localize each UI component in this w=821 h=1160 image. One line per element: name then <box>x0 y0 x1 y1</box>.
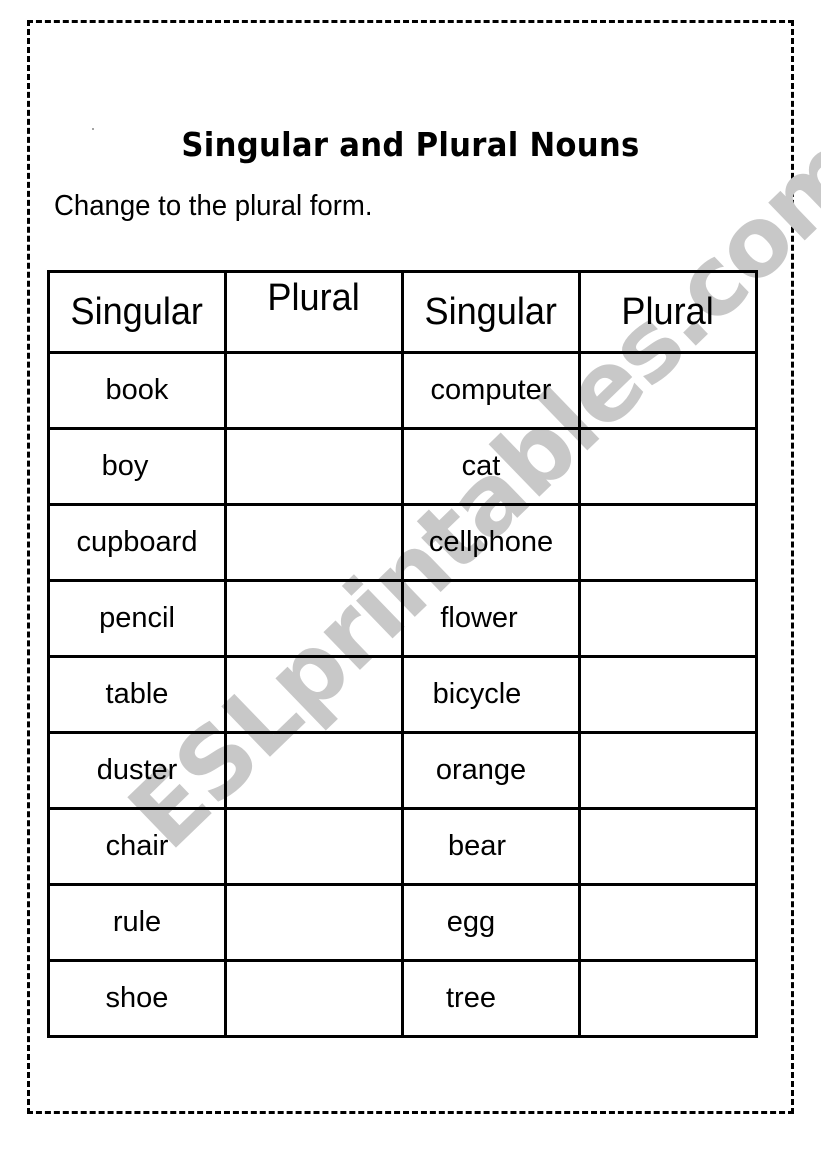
table-row: rule egg <box>47 883 758 962</box>
plural-answer-cell[interactable] <box>578 731 758 810</box>
singular-word: flower <box>440 602 518 634</box>
singular-word: orange <box>435 754 527 786</box>
singular-word-cell: tree <box>401 959 581 1038</box>
plural-answer-cell[interactable] <box>224 427 404 506</box>
plural-answer-cell[interactable] <box>578 579 758 658</box>
singular-word: boy <box>101 450 149 482</box>
plural-answer-cell[interactable] <box>578 883 758 962</box>
singular-word: cellphone <box>428 526 554 558</box>
singular-word-cell: orange <box>401 731 581 810</box>
plural-answer-cell[interactable] <box>578 959 758 1038</box>
header-singular-2: Singular <box>401 270 581 354</box>
header-plural-1: Plural <box>224 270 404 354</box>
table-row: duster orange <box>47 731 758 810</box>
plural-answer-cell[interactable] <box>578 351 758 430</box>
singular-word-cell: shoe <box>47 959 227 1038</box>
plural-answer-cell[interactable] <box>224 807 404 886</box>
plural-answer-cell[interactable] <box>224 959 404 1038</box>
singular-word-cell: bear <box>401 807 581 886</box>
table-row: table bicycle <box>47 655 758 734</box>
header-plural-2: Plural <box>578 270 758 354</box>
singular-word-cell: cupboard <box>47 503 227 582</box>
singular-word: rule <box>112 906 162 938</box>
singular-word-cell: bicycle <box>401 655 581 734</box>
singular-word: book <box>105 374 169 406</box>
plural-answer-cell[interactable] <box>224 655 404 734</box>
nouns-table: Singular Plural Singular Plural book comp… <box>47 270 758 1038</box>
singular-word-cell: flower <box>401 579 581 658</box>
singular-word: pencil <box>99 602 175 634</box>
header-row: Singular Plural Singular Plural <box>47 270 758 354</box>
singular-word: egg <box>446 906 496 938</box>
singular-word-cell: egg <box>401 883 581 962</box>
singular-word-cell: cat <box>401 427 581 506</box>
singular-word: cupboard <box>76 526 198 558</box>
singular-word-cell: duster <box>47 731 227 810</box>
singular-word: bear <box>447 830 507 862</box>
table-row: chair bear <box>47 807 758 886</box>
plural-answer-cell[interactable] <box>578 427 758 506</box>
header-singular-1: Singular <box>47 270 227 354</box>
plural-answer-cell[interactable] <box>224 883 404 962</box>
plural-answer-cell[interactable] <box>578 655 758 734</box>
singular-word-cell: computer <box>401 351 581 430</box>
singular-word-cell: rule <box>47 883 227 962</box>
singular-word: chair <box>105 830 169 862</box>
singular-word: duster <box>96 754 178 786</box>
singular-word-cell: book <box>47 351 227 430</box>
instruction-text: Change to the plural form. <box>54 190 373 222</box>
plural-answer-cell[interactable] <box>224 351 404 430</box>
singular-word-cell: pencil <box>47 579 227 658</box>
table-row: boy cat <box>47 427 758 506</box>
singular-word: cat <box>461 450 501 482</box>
singular-word: computer <box>430 374 552 406</box>
plural-answer-cell[interactable] <box>578 807 758 886</box>
singular-word-cell: cellphone <box>401 503 581 582</box>
singular-word-cell: table <box>47 655 227 734</box>
plural-answer-cell[interactable] <box>224 579 404 658</box>
singular-word-cell: boy <box>47 427 227 506</box>
singular-word: tree <box>446 982 496 1014</box>
worksheet-title: Singular and Plural Nouns <box>181 125 640 164</box>
singular-word: bicycle <box>432 678 522 710</box>
table-row: shoe tree <box>47 959 758 1038</box>
plural-answer-cell[interactable] <box>224 503 404 582</box>
plural-answer-cell[interactable] <box>224 731 404 810</box>
singular-word: table <box>105 678 169 710</box>
table-row: pencil flower <box>47 579 758 658</box>
plural-answer-cell[interactable] <box>578 503 758 582</box>
table-row: book computer <box>47 351 758 430</box>
table-row: cupboard cellphone <box>47 503 758 582</box>
singular-word: shoe <box>105 982 169 1014</box>
singular-word-cell: chair <box>47 807 227 886</box>
